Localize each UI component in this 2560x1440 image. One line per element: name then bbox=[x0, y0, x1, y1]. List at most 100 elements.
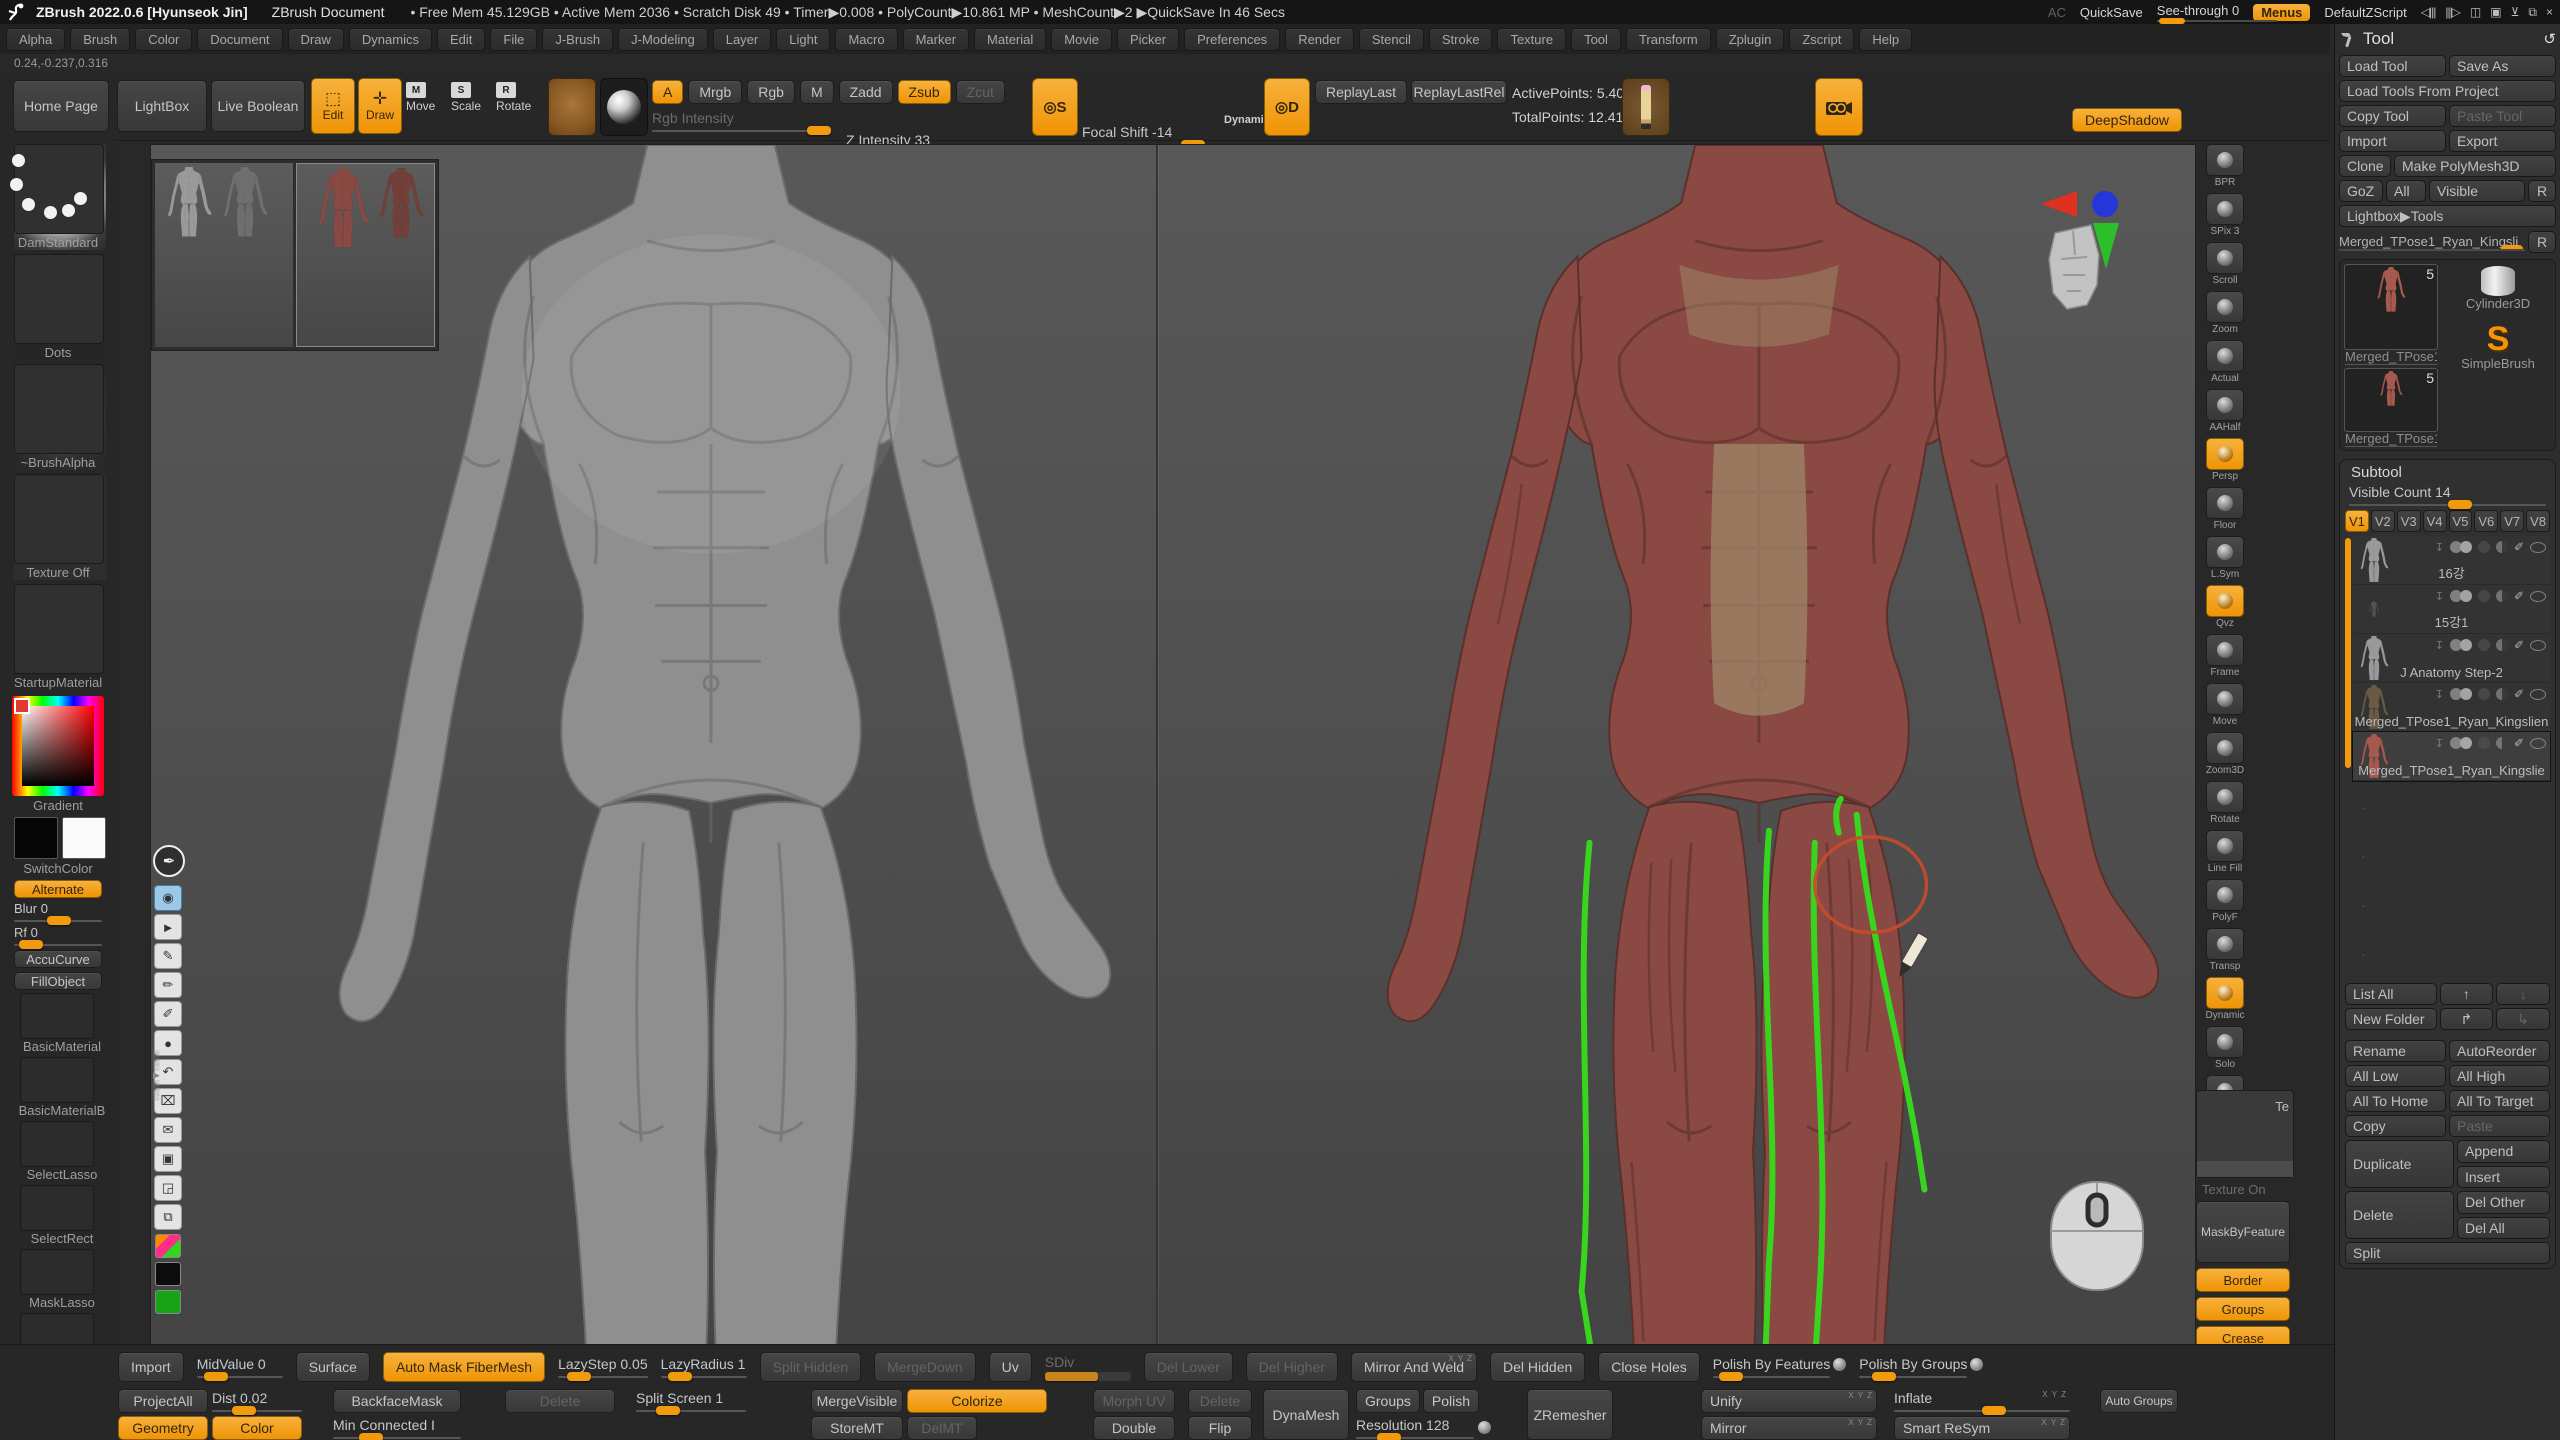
right-shelf-button[interactable]: Line Fill bbox=[2204, 830, 2246, 874]
mode-button[interactable]: Mrgb bbox=[688, 80, 742, 104]
right-shelf-button[interactable]: Rotate bbox=[2204, 781, 2246, 825]
mode-button[interactable]: Rgb bbox=[747, 80, 795, 104]
right-shelf-button[interactable]: PolyF bbox=[2204, 879, 2246, 923]
annotation-pen-logo-icon[interactable]: ✒ bbox=[153, 845, 185, 877]
lightbox-tools-button[interactable]: Lightbox▶Tools bbox=[2339, 205, 2556, 227]
flatten-icon[interactable]: ↧ bbox=[2435, 541, 2444, 554]
move-down-button[interactable]: ↓ bbox=[2496, 983, 2550, 1005]
visible-count-slider[interactable]: Visible Count 14 bbox=[2349, 484, 2546, 506]
annotation-color-multi[interactable] bbox=[155, 1234, 181, 1258]
version-tab[interactable]: V2 bbox=[2371, 510, 2395, 532]
blur-slider[interactable]: Blur 0 bbox=[14, 901, 102, 922]
dynamesh-button[interactable]: DynaMesh bbox=[1263, 1389, 1349, 1440]
del-all-button[interactable]: Del All bbox=[2457, 1217, 2550, 1240]
menu-item[interactable]: Tool bbox=[1571, 28, 1621, 51]
eye-icon[interactable] bbox=[2530, 640, 2546, 651]
menu-item[interactable]: J-Modeling bbox=[618, 28, 708, 51]
dynamic-brush-icon[interactable]: ◎D bbox=[1264, 78, 1310, 136]
fillobject-button[interactable]: FillObject bbox=[14, 972, 102, 990]
move-up-button[interactable]: ↑ bbox=[2440, 983, 2494, 1005]
inflate-slider[interactable]: Inflate X Y Z bbox=[1894, 1389, 2070, 1413]
bottom-row-item[interactable]: Del Hidden bbox=[1490, 1352, 1585, 1382]
menu-item[interactable]: Alpha bbox=[6, 28, 65, 51]
uv-icon[interactable] bbox=[2496, 688, 2508, 700]
brush-icon[interactable]: ✐ bbox=[2514, 589, 2524, 603]
make-polymesh3d-button[interactable]: Make PolyMesh3D bbox=[2394, 155, 2556, 177]
menu-item[interactable]: J-Brush bbox=[542, 28, 613, 51]
default-zscript-button[interactable]: DefaultZScript bbox=[2324, 5, 2406, 20]
16강[interactable]: ↧ ✐ 16강 bbox=[2353, 536, 2550, 585]
draw-button[interactable]: ✛Draw bbox=[358, 78, 402, 134]
menu-item[interactable]: Texture bbox=[1497, 28, 1566, 51]
morph-uv-button[interactable]: Morph UV bbox=[1093, 1389, 1175, 1413]
move-button[interactable]: MMove bbox=[406, 82, 446, 132]
flip-button[interactable]: Flip bbox=[1188, 1416, 1252, 1440]
right-shelf-button[interactable]: AAHalf bbox=[2204, 389, 2246, 433]
visible-button[interactable]: Visible bbox=[2429, 180, 2525, 202]
version-tab[interactable]: V6 bbox=[2474, 510, 2498, 532]
rename-button[interactable]: Rename bbox=[2345, 1040, 2446, 1062]
accucurve-button[interactable]: AccuCurve bbox=[14, 950, 102, 968]
shade-icon[interactable] bbox=[2478, 590, 2490, 602]
preview-thumbnail-red[interactable] bbox=[296, 163, 436, 347]
Merged_TPose1_Ryan_Kingslien[interactable]: ↧ ✐ Merged_TPose1_Ryan_Kingslien bbox=[2353, 683, 2550, 732]
texture-thumbnail[interactable]: Texture Off bbox=[14, 474, 106, 580]
menu-item[interactable]: Edit bbox=[437, 28, 485, 51]
groups-dm-button[interactable]: Groups bbox=[1356, 1389, 1420, 1413]
menu-item[interactable]: Zscript bbox=[1789, 28, 1854, 51]
del-mt-button[interactable]: DelMT bbox=[907, 1416, 977, 1440]
current-material-thumbnail[interactable] bbox=[600, 78, 648, 136]
menu-item[interactable]: Stroke bbox=[1429, 28, 1493, 51]
mirror-button[interactable]: MirrorX Y Z bbox=[1701, 1416, 1877, 1440]
mode-button[interactable]: M bbox=[800, 80, 834, 104]
move-out-button[interactable]: ↱ bbox=[2440, 1008, 2494, 1030]
geometry-button[interactable]: Geometry bbox=[118, 1416, 208, 1440]
subtool-scrollbar[interactable] bbox=[2345, 538, 2351, 768]
clone-button[interactable]: Clone bbox=[2339, 155, 2391, 177]
left-panel-lower-item[interactable]: MaskLasso bbox=[0, 1249, 114, 1310]
dynamic-label[interactable]: Dynamic bbox=[1224, 114, 1270, 126]
uv-icon[interactable] bbox=[2496, 737, 2508, 749]
modifier-dot[interactable] bbox=[1833, 1358, 1846, 1371]
version-tab[interactable]: V8 bbox=[2526, 510, 2550, 532]
dock-window-icon[interactable]: ▣ bbox=[2490, 5, 2500, 20]
undock-right-icon[interactable]: |||▷ bbox=[2445, 5, 2460, 20]
paste-tool-button[interactable]: Paste Tool bbox=[2449, 105, 2556, 127]
edit-button[interactable]: ⬚Edit bbox=[311, 78, 355, 134]
duplicate-button[interactable]: Duplicate bbox=[2345, 1140, 2454, 1188]
right-shelf-button[interactable]: BPR bbox=[2204, 144, 2246, 188]
paste-button[interactable]: Paste bbox=[2449, 1115, 2550, 1137]
eye-icon[interactable] bbox=[2530, 738, 2546, 749]
replay-last-button[interactable]: ReplayLast bbox=[1315, 80, 1407, 104]
shade-icon[interactable] bbox=[2478, 639, 2490, 651]
uv-icon[interactable] bbox=[2496, 541, 2508, 553]
brush-icon[interactable]: ✐ bbox=[2514, 540, 2524, 554]
menu-item[interactable]: Zplugin bbox=[1716, 28, 1785, 51]
right-shelf-button[interactable]: SPix 3 bbox=[2204, 193, 2246, 237]
version-tab[interactable]: V5 bbox=[2449, 510, 2473, 532]
rgb-intensity-slider[interactable]: Rgb Intensity bbox=[652, 110, 828, 132]
bottom-row-item[interactable]: Del Lower bbox=[1144, 1352, 1233, 1382]
undock-left-icon[interactable]: ◁||| bbox=[2421, 5, 2436, 20]
see-through-handle[interactable] bbox=[2159, 18, 2185, 24]
eye-icon[interactable]: ◉ bbox=[154, 885, 182, 911]
left-panel-lower-item[interactable]: BasicMaterial bbox=[0, 993, 114, 1054]
material-thumbnail[interactable]: StartupMaterial bbox=[14, 584, 106, 690]
shade-icon[interactable] bbox=[2478, 737, 2490, 749]
right-shelf-button[interactable]: Frame bbox=[2204, 634, 2246, 678]
load-tools-from-project-button[interactable]: Load Tools From Project bbox=[2339, 80, 2556, 102]
bottom-row-item[interactable]: Surface bbox=[296, 1352, 370, 1382]
menu-item[interactable]: Dynamics bbox=[349, 28, 432, 51]
menus-button[interactable]: Menus bbox=[2253, 4, 2310, 21]
menu-item[interactable]: Layer bbox=[713, 28, 772, 51]
quicksave-button[interactable]: QuickSave bbox=[2080, 5, 2143, 20]
dist-slider[interactable]: Dist 0.02 bbox=[212, 1389, 302, 1413]
tool-thumb-merged-tpose-2[interactable]: 5 Merged_TPose1_ bbox=[2344, 368, 2438, 432]
projectall-button[interactable]: ProjectAll bbox=[118, 1389, 208, 1413]
flatten-icon[interactable]: ↧ bbox=[2435, 688, 2444, 701]
r-button[interactable]: R bbox=[2528, 180, 2556, 202]
copy-tool-button[interactable]: Copy Tool bbox=[2339, 105, 2446, 127]
right-shelf-button[interactable]: L.Sym bbox=[2204, 536, 2246, 580]
resolution-slider[interactable]: Resolution 128 bbox=[1356, 1416, 1474, 1440]
annotation-color-black[interactable] bbox=[155, 1262, 181, 1286]
